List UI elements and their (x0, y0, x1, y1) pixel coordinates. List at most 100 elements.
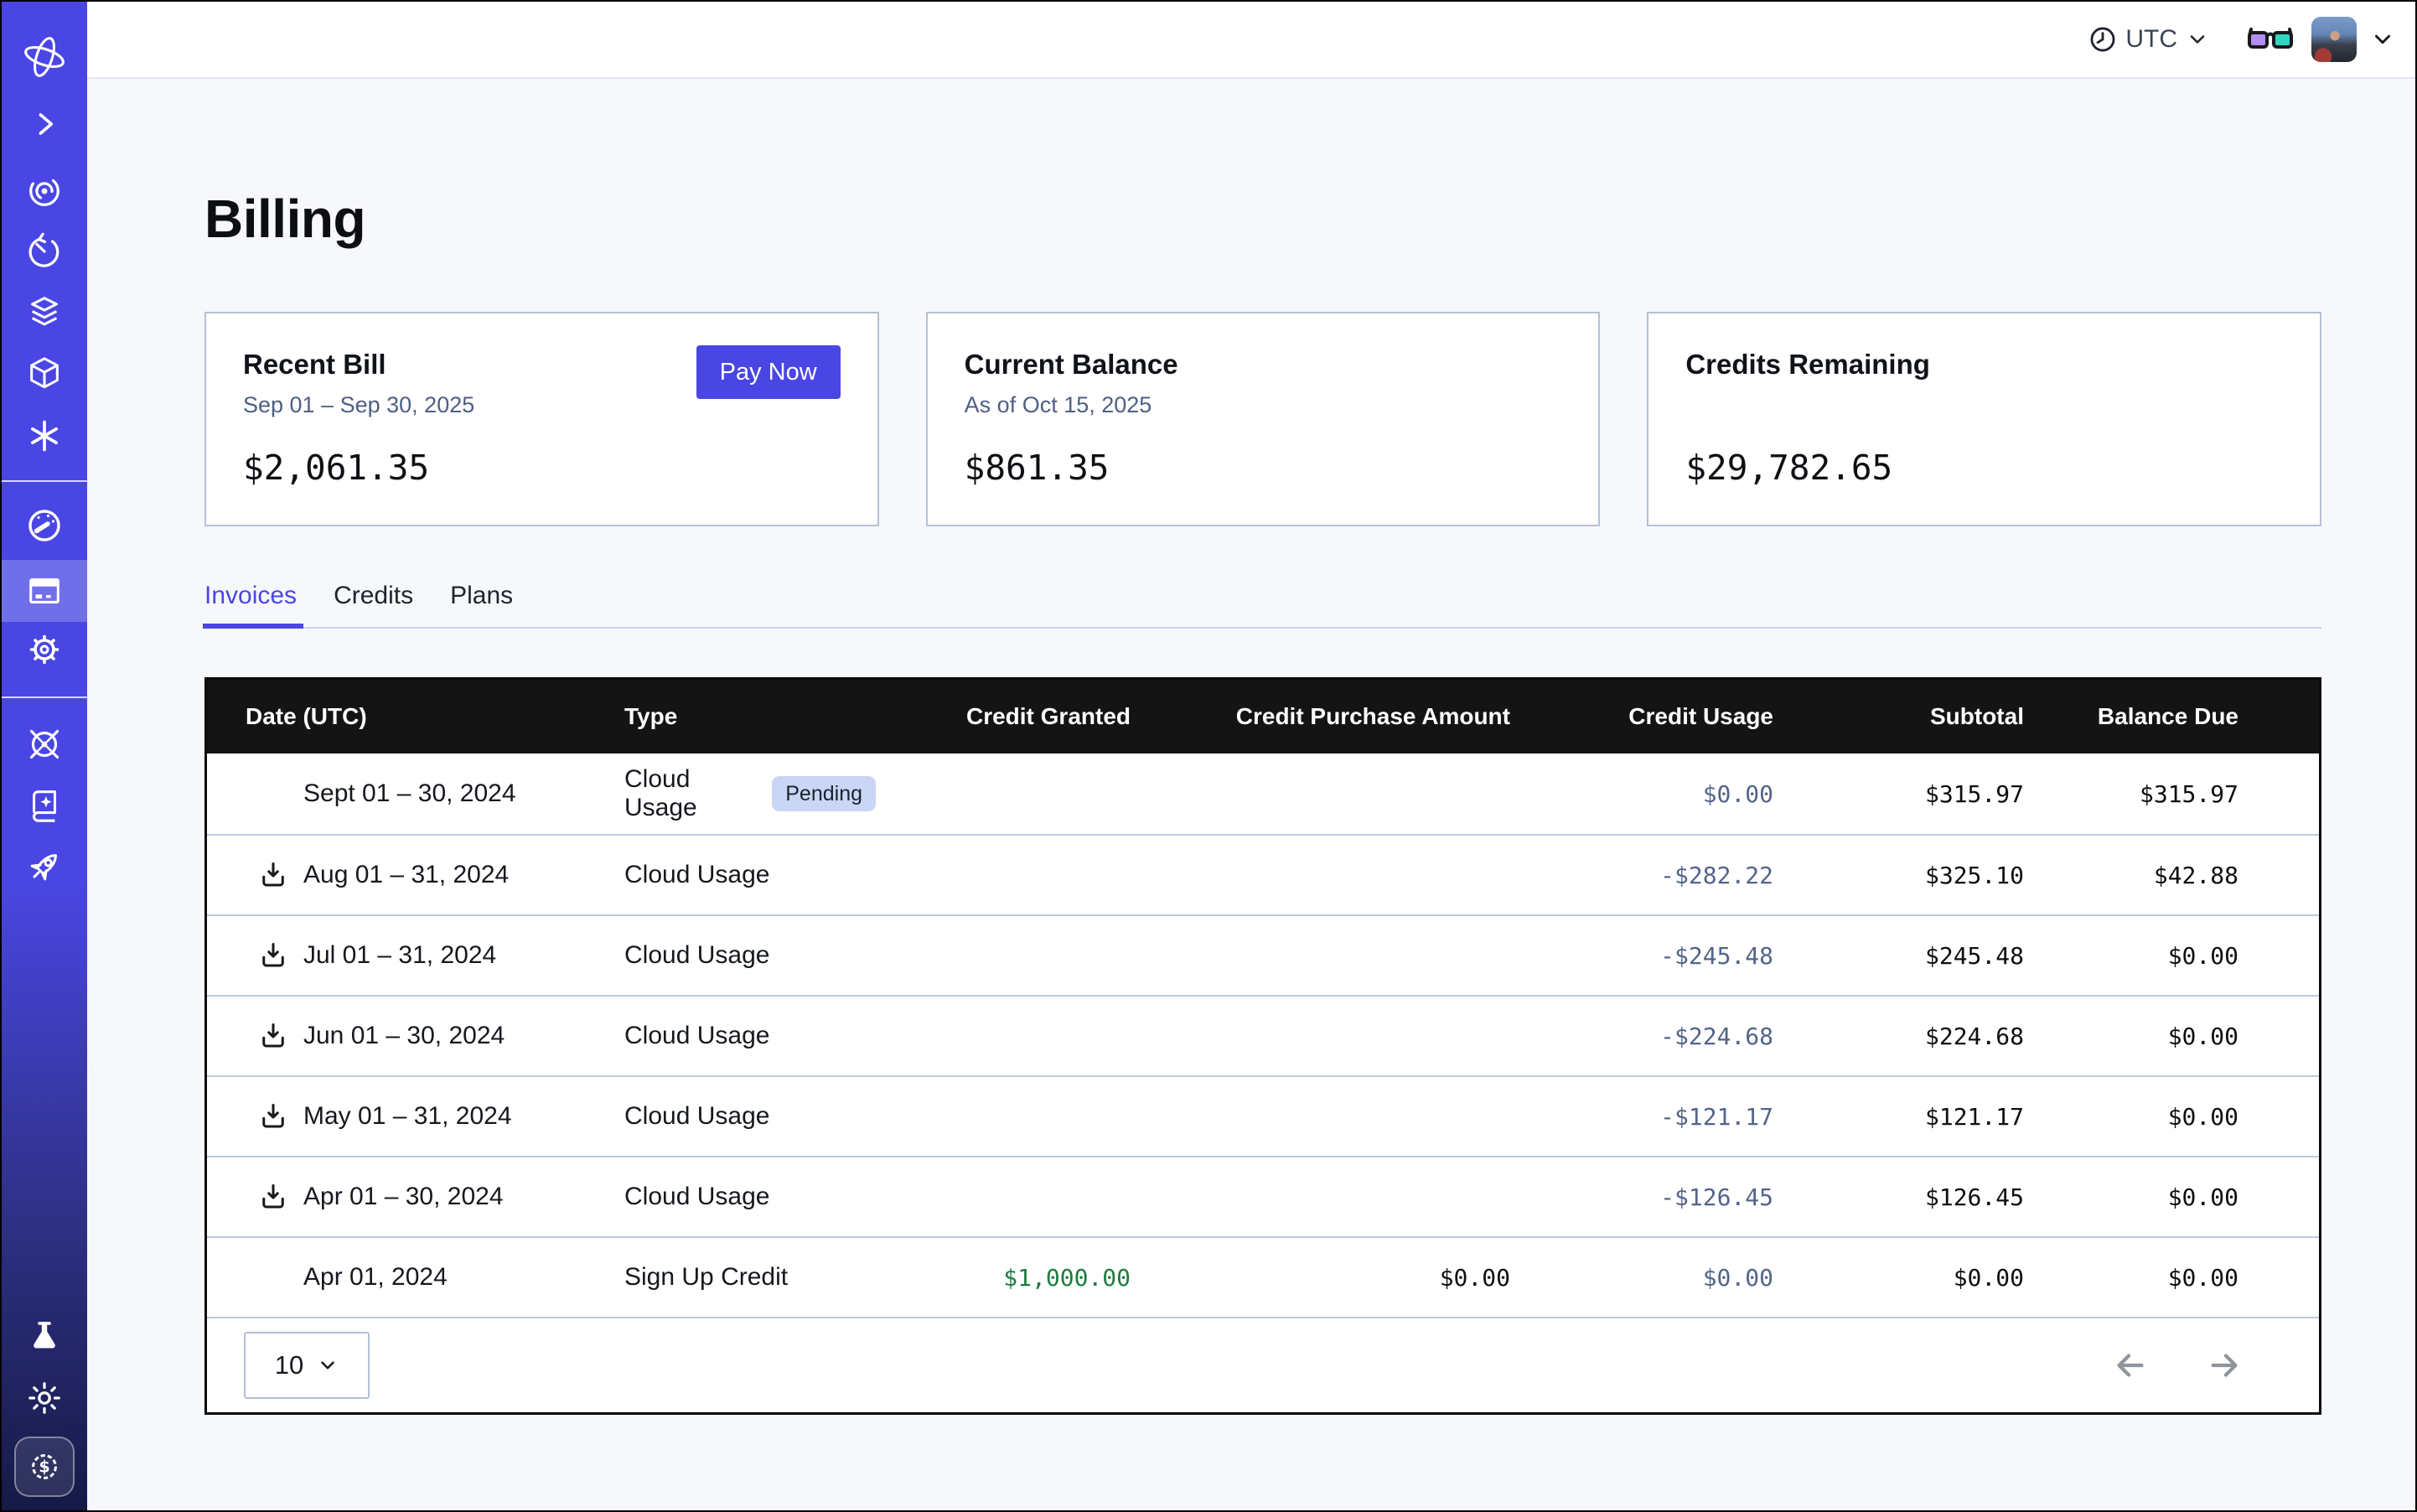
column-header: Credit Purchase Amount (1131, 703, 1510, 730)
cell-type: Cloud Usage (624, 941, 876, 970)
table-footer: 10 (207, 1317, 2319, 1412)
glasses-icon[interactable] (2246, 23, 2295, 56)
invoice-date: Apr 01, 2024 (303, 1263, 448, 1292)
card-amount: $2,061.35 (243, 448, 841, 488)
sidebar-item-settings-gear-icon[interactable] (2, 629, 87, 670)
topbar: UTC (87, 2, 2415, 79)
column-header: Credit Granted (876, 703, 1131, 730)
account-menu-chevron-down-icon[interactable] (2370, 27, 2395, 52)
invoice-type: Sign Up Credit (624, 1263, 788, 1292)
user-avatar[interactable] (2311, 17, 2357, 62)
app-window: $ UTC (0, 0, 2417, 1512)
invoice-date: Apr 01 – 30, 2024 (303, 1183, 504, 1211)
cell-type: Cloud Usage Pending (624, 765, 876, 822)
sidebar-item-rocket-icon[interactable] (2, 847, 87, 887)
download-invoice-icon[interactable] (258, 1021, 288, 1051)
chevron-down-icon (2186, 28, 2209, 51)
cell-credit-purchase-amount: $0.00 (1131, 1264, 1510, 1292)
table-row: Aug 01 – 31, 2024 Cloud Usage -$282.22 $… (207, 834, 2319, 914)
card-current-balance: Current Balance As of Oct 15, 2025 $861.… (926, 312, 1601, 526)
pay-now-button[interactable]: Pay Now (696, 345, 841, 399)
tab-credits[interactable]: Credits (334, 582, 413, 627)
card-title: Current Balance (965, 347, 1562, 382)
card-subtitle: As of Oct 15, 2025 (965, 391, 1562, 419)
sidebar-item-flask-icon[interactable] (2, 1318, 87, 1355)
card-title: Credits Remaining (1685, 347, 2283, 382)
cell-date: Apr 01, 2024 (246, 1262, 624, 1292)
cell-date: Apr 01 – 30, 2024 (246, 1182, 624, 1212)
table-row: Apr 01, 2024 Sign Up Credit $1,000.00 $0… (207, 1236, 2319, 1317)
table-row: Apr 01 – 30, 2024 Cloud Usage -$126.45 $… (207, 1156, 2319, 1236)
sidebar-divider (2, 696, 87, 698)
tab-plans[interactable]: Plans (450, 582, 513, 627)
cell-subtotal: $325.10 (1773, 862, 2024, 889)
download-invoice-icon[interactable] (258, 1101, 288, 1131)
next-page-arrow-icon[interactable] (2205, 1346, 2244, 1385)
tab-invoices[interactable]: Invoices (204, 582, 297, 627)
sidebar-item-credits-dollar-badge-icon[interactable]: $ (2, 1437, 87, 1497)
sidebar-item-cube-icon[interactable] (2, 355, 87, 393)
cell-credit-granted: $1,000.00 (876, 1264, 1131, 1292)
sidebar-item-asterisk-icon[interactable] (2, 417, 87, 454)
sidebar-divider (2, 480, 87, 482)
cell-subtotal: $121.17 (1773, 1103, 2024, 1131)
cell-date: Aug 01 – 31, 2024 (246, 860, 624, 890)
clock-icon (2088, 25, 2117, 54)
table-header-row: Date (UTC)TypeCredit GrantedCredit Purch… (207, 680, 2319, 753)
sidebar-item-sun-icon[interactable] (2, 1379, 87, 1417)
column-header: Date (UTC) (246, 703, 624, 730)
cell-type: Cloud Usage (624, 1022, 876, 1050)
previous-page-arrow-icon[interactable] (2111, 1346, 2150, 1385)
cell-date: Jun 01 – 30, 2024 (246, 1021, 624, 1051)
card-amount: $29,782.65 (1685, 448, 2283, 488)
page-size-select[interactable]: 10 (244, 1332, 370, 1399)
cell-balance-due: $0.00 (2024, 1183, 2238, 1211)
sidebar-expand-chevron-right-icon[interactable] (2, 106, 87, 142)
cell-type: Cloud Usage (624, 1183, 876, 1211)
sidebar-item-billing-card-icon[interactable] (2, 572, 87, 610)
invoice-type: Cloud Usage (624, 765, 753, 822)
sidebar-item-radar-icon[interactable] (2, 172, 87, 210)
timezone-label: UTC (2125, 25, 2177, 54)
page-title: Billing (204, 182, 2321, 256)
sidebar-item-ship-wheel-icon[interactable] (2, 724, 87, 764)
table-row: May 01 – 31, 2024 Cloud Usage -$121.17 $… (207, 1075, 2319, 1156)
table-row: Jul 01 – 31, 2024 Cloud Usage -$245.48 $… (207, 914, 2319, 995)
sidebar-item-docs-book-sparkle-icon[interactable] (2, 785, 87, 824)
sidebar-item-timer-icon[interactable] (2, 232, 87, 271)
sidebar-item-layers-icon[interactable] (2, 293, 87, 331)
cell-credit-usage: -$282.22 (1510, 862, 1773, 889)
app-logo-icon[interactable] (2, 34, 87, 80)
cell-type: Cloud Usage (624, 861, 876, 889)
cell-balance-due: $0.00 (2024, 1023, 2238, 1050)
cell-balance-due: $42.88 (2024, 862, 2238, 889)
table-row: Sept 01 – 30, 2024 Cloud Usage Pending $… (207, 753, 2319, 834)
sidebar-item-gauge-icon[interactable] (2, 505, 87, 546)
cell-credit-usage: -$126.45 (1510, 1183, 1773, 1211)
download-invoice-icon[interactable] (258, 940, 288, 971)
card-subtitle (1685, 391, 2283, 419)
timezone-selector[interactable]: UTC (2088, 25, 2209, 54)
column-header: Credit Usage (1510, 703, 1773, 730)
status-badge: Pending (772, 776, 876, 811)
invoice-date: Aug 01 – 31, 2024 (303, 861, 509, 889)
download-invoice-icon[interactable] (258, 1182, 288, 1212)
invoices-table: Date (UTC)TypeCredit GrantedCredit Purch… (204, 677, 2321, 1415)
invoice-date: Jul 01 – 31, 2024 (303, 941, 496, 970)
download-invoice-icon[interactable] (258, 860, 288, 890)
cell-date: May 01 – 31, 2024 (246, 1101, 624, 1131)
cell-type: Sign Up Credit (624, 1263, 876, 1292)
cell-subtotal: $245.48 (1773, 942, 2024, 970)
invoice-type: Cloud Usage (624, 861, 769, 889)
pagination-arrows (2111, 1346, 2244, 1385)
cell-credit-usage: -$224.68 (1510, 1023, 1773, 1050)
cell-credit-usage: $0.00 (1510, 1264, 1773, 1292)
main-content: Billing Recent Bill Sep 01 – Sep 30, 202… (87, 79, 2415, 1510)
svg-text:$: $ (39, 1458, 49, 1477)
cell-balance-due: $0.00 (2024, 1103, 2238, 1131)
card-credits-remaining: Credits Remaining $29,782.65 (1647, 312, 2321, 526)
cell-subtotal: $224.68 (1773, 1023, 2024, 1050)
cell-date: Jul 01 – 31, 2024 (246, 940, 624, 971)
main-column: UTC (87, 2, 2415, 1510)
column-header: Subtotal (1773, 703, 2024, 730)
